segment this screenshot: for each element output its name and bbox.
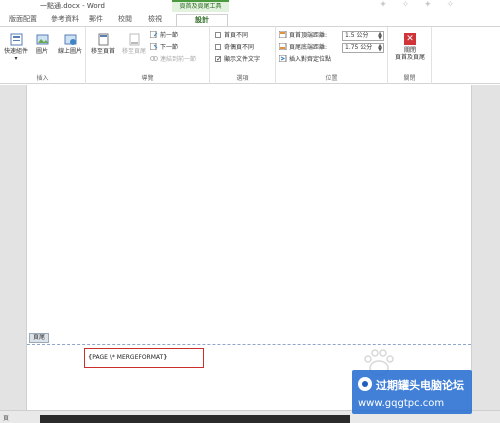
- checkbox-box-checked: ✓: [215, 55, 222, 63]
- show-document-text-checkbox[interactable]: ✓ 顯示文件文字: [215, 55, 260, 65]
- insert-alignment-tab-button[interactable]: 插入對齊定位點: [279, 55, 331, 65]
- different-odd-even-label: 奇偶頁不同: [224, 44, 255, 51]
- status-page-indicator[interactable]: 頁: [3, 413, 9, 422]
- picture-button[interactable]: 圖片: [32, 33, 52, 55]
- different-odd-even-checkbox[interactable]: 奇偶頁不同: [215, 43, 254, 53]
- online-picture-button[interactable]: 線上圖片: [55, 33, 85, 55]
- tab-view[interactable]: 檢視: [146, 14, 164, 26]
- close-header-footer-label: 關閉 頁首及頁尾: [394, 47, 425, 61]
- insert-alignment-tab-label: 插入對齊定位點: [289, 56, 332, 63]
- page-field-code[interactable]: {PAGE \* MERGEFORMAT}: [88, 354, 167, 361]
- goto-footer-icon: [129, 33, 139, 46]
- group-close: ✕ 關閉 頁首及頁尾 關閉: [388, 27, 432, 84]
- field-close-brace: }: [163, 354, 168, 361]
- picture-label: 圖片: [35, 48, 48, 55]
- spinner-arrows-icon[interactable]: ▲ ▼: [378, 32, 382, 41]
- window-title: 一點通.docx - Word: [40, 2, 105, 10]
- goto-header-label: 移至頁首: [90, 48, 115, 55]
- goto-footer-button[interactable]: 移至頁尾: [120, 33, 148, 55]
- header-position-icon: [279, 31, 287, 38]
- different-first-page-checkbox[interactable]: 首頁不同: [215, 31, 248, 41]
- header-from-top-spinner[interactable]: 1.5 公分 ▲ ▼: [342, 31, 384, 41]
- quick-parts-label: 快速組件: [3, 48, 28, 55]
- group-options: 首頁不同 奇偶頁不同 ✓ 顯示文件文字 選項: [210, 27, 276, 84]
- tab-references[interactable]: 參考資料: [48, 14, 82, 26]
- close-icon: ✕: [404, 33, 416, 45]
- group-options-label: 選項: [236, 75, 249, 82]
- footer-tag: 頁尾: [29, 333, 50, 343]
- site-logo-icon: [358, 377, 372, 391]
- watermark-title: 过期罐头电脑论坛: [376, 379, 464, 392]
- next-section-button[interactable]: 下一節: [150, 43, 178, 53]
- online-picture-icon: [64, 34, 76, 45]
- footer-from-bottom-label: 頁尾底端距離:: [289, 44, 328, 51]
- checkbox-box: [215, 44, 221, 50]
- link-to-previous-button[interactable]: 連結到前一節: [150, 55, 196, 65]
- show-document-text-label: 顯示文件文字: [224, 56, 261, 63]
- footer-from-bottom-row: 頁尾底端距離:: [279, 43, 327, 53]
- different-first-page-label: 首頁不同: [224, 32, 249, 39]
- footer-boundary-line: [27, 344, 471, 345]
- footer-from-bottom-value: 1.75 公分: [345, 44, 373, 51]
- previous-section-button[interactable]: 前一節: [150, 31, 178, 41]
- checkbox-box: [215, 32, 221, 38]
- online-picture-label: 線上圖片: [57, 48, 82, 55]
- header-from-top-value: 1.5 公分: [345, 32, 369, 39]
- header-from-top-label: 頁首頂端距離:: [289, 32, 328, 39]
- next-section-icon: [150, 43, 158, 50]
- alignment-tab-icon: [279, 55, 287, 62]
- link-to-previous-label: 連結到前一節: [160, 56, 197, 63]
- status-bar-dark-strip: [40, 415, 350, 423]
- document-workspace: 頁尾 {PAGE \* MERGEFORMAT}: [0, 85, 500, 410]
- group-close-label: 關閉: [403, 75, 416, 82]
- goto-header-icon: [98, 33, 108, 46]
- page-field-highlight[interactable]: {PAGE \* MERGEFORMAT}: [84, 348, 204, 368]
- site-watermark: 过期罐头电脑论坛 www.gqgtpc.com: [352, 370, 472, 414]
- group-navigation: 移至頁首 移至頁尾 前一節 下一節 連結到前一節 導覽: [86, 27, 210, 84]
- goto-footer-label: 移至頁尾: [121, 48, 146, 55]
- footer-from-bottom-spinner[interactable]: 1.75 公分 ▲ ▼: [342, 43, 384, 53]
- tab-mailings[interactable]: 郵件: [88, 14, 104, 26]
- goto-header-button[interactable]: 移至頁首: [89, 33, 117, 55]
- previous-section-icon: [150, 31, 158, 38]
- group-position: 頁首頂端距離: 1.5 公分 ▲ ▼ 頁尾底端距離: 1.75 公分 ▲ ▼ 插入對…: [276, 27, 388, 84]
- ribbon: 快速組件 ▾ 圖片 線上圖片 插入 移至頁首 移至頁尾 前一節 下一節 連結到前一…: [0, 26, 500, 84]
- group-position-label: 位置: [325, 75, 338, 82]
- tab-review[interactable]: 校閱: [116, 14, 134, 26]
- title-bar: 一點通.docx - Word ✦ ✧ ✦ ✧: [0, 0, 500, 11]
- decorative-birds-icon: ✦ ✧ ✦ ✧: [379, 0, 460, 10]
- previous-section-label: 前一節: [160, 32, 179, 39]
- header-footer-tools-label: 頁首及頁尾工具: [172, 0, 229, 12]
- checkmark-icon: ✓: [216, 55, 222, 63]
- watermark-url: www.gqgtpc.com: [358, 398, 445, 409]
- footer-position-icon: [279, 43, 287, 50]
- document-page[interactable]: 頁尾 {PAGE \* MERGEFORMAT}: [26, 85, 472, 410]
- field-code-text: PAGE \* MERGEFORMAT: [92, 354, 164, 361]
- tab-design[interactable]: 設計: [176, 14, 228, 26]
- group-insert-label: 插入: [36, 75, 49, 82]
- ribbon-tabs: 版面配置 參考資料 郵件 校閱 檢視 設計: [0, 12, 500, 26]
- group-navigation-label: 導覽: [141, 75, 154, 82]
- group-insert: 快速組件 ▾ 圖片 線上圖片 插入: [0, 27, 86, 84]
- spinner-arrows-icon[interactable]: ▲ ▼: [378, 44, 382, 53]
- tab-layout[interactable]: 版面配置: [6, 14, 40, 26]
- link-icon: [150, 56, 158, 61]
- quick-parts-icon: [10, 33, 22, 46]
- picture-icon: [36, 34, 48, 45]
- header-from-top-row: 頁首頂端距離:: [279, 31, 327, 41]
- quick-parts-button[interactable]: 快速組件 ▾: [3, 33, 29, 62]
- close-header-footer-button[interactable]: ✕ 關閉 頁首及頁尾: [390, 33, 430, 61]
- next-section-label: 下一節: [160, 44, 179, 51]
